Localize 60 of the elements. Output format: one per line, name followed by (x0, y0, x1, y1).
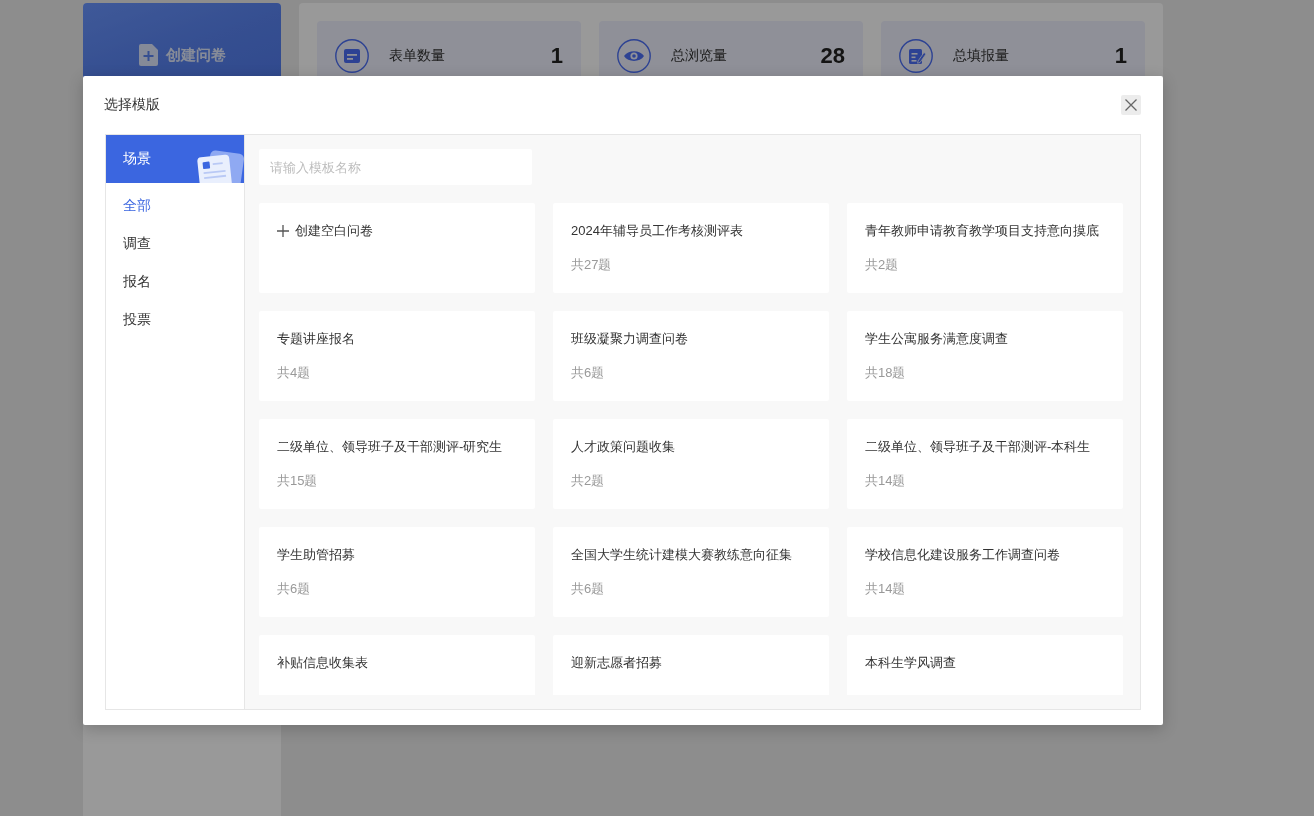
question-count: 共14题 (865, 472, 906, 490)
question-count: 共2题 (571, 472, 605, 490)
template-title: 二级单位、领导班子及干部测评-本科生 (865, 438, 1092, 456)
category-item[interactable]: 调查 (106, 225, 244, 263)
stat-value: 1 (1114, 43, 1127, 69)
template-card[interactable]: 人才政策问题收集 共2题 (553, 419, 829, 509)
template-title: 二级单位、领导班子及干部测评-研究生 (277, 438, 504, 456)
template-card[interactable]: 二级单位、领导班子及干部测评-研究生 共15题 (259, 419, 535, 509)
document-plus-icon (138, 44, 158, 66)
stat-value: 1 (550, 43, 563, 69)
template-title: 学生助管招募 (277, 546, 356, 564)
template-card[interactable]: 专题讲座报名 共4题 (259, 311, 535, 401)
edit-icon (899, 39, 933, 73)
template-card[interactable]: 学生助管招募 共6题 (259, 527, 535, 617)
template-card[interactable]: 班级凝聚力调查问卷 共6题 (553, 311, 829, 401)
stat-label: 总填报量 (953, 47, 1010, 65)
template-card[interactable]: 迎新志愿者招募 (553, 635, 829, 695)
template-title: 迎新志愿者招募 (571, 654, 663, 672)
template-card[interactable]: 2024年辅导员工作考核测评表 共27题 (553, 203, 829, 293)
template-title: 2024年辅导员工作考核测评表 (571, 222, 744, 240)
question-count: 共15题 (277, 472, 318, 490)
question-count: 共14题 (865, 580, 906, 598)
template-card[interactable]: 青年教师申请教育教学项目支持意向摸底 共2题 (847, 203, 1123, 293)
blank-template-card[interactable]: 创建空白问卷 (259, 203, 535, 293)
template-card[interactable]: 补贴信息收集表 (259, 635, 535, 695)
template-title: 专题讲座报名 (277, 330, 356, 348)
template-card[interactable]: 学校信息化建设服务工作调查问卷 共14题 (847, 527, 1123, 617)
question-count: 共27题 (571, 256, 612, 274)
template-card[interactable]: 全国大学生统计建模大赛教练意向征集 共6题 (553, 527, 829, 617)
dialog-title: 选择模版 (104, 95, 160, 114)
template-title: 补贴信息收集表 (277, 654, 369, 672)
template-title: 学生公寓服务满意度调查 (865, 330, 1009, 348)
template-title: 人才政策问题收集 (571, 438, 676, 456)
close-button[interactable] (1121, 95, 1141, 115)
question-count: 共18题 (865, 364, 906, 382)
template-title: 青年教师申请教育教学项目支持意向摸底 (865, 222, 1100, 240)
question-count: 共6题 (571, 364, 605, 382)
template-title: 全国大学生统计建模大赛教练意向征集 (571, 546, 793, 564)
category-item[interactable]: 投票 (106, 301, 244, 339)
category-header-title: 场景 (123, 150, 151, 168)
template-title: 本科生学风调查 (865, 654, 957, 672)
close-icon (1125, 99, 1137, 111)
stat-value: 28 (820, 43, 845, 69)
eye-icon (617, 39, 651, 73)
stat-label: 总浏览量 (671, 47, 728, 65)
question-count: 共2题 (865, 256, 899, 274)
plus-icon (277, 225, 289, 237)
template-card[interactable]: 学生公寓服务满意度调查 共18题 (847, 311, 1123, 401)
question-count: 共4题 (277, 364, 311, 382)
template-card[interactable]: 二级单位、领导班子及干部测评-本科生 共14题 (847, 419, 1123, 509)
template-title: 班级凝聚力调查问卷 (571, 330, 689, 348)
question-count: 共6题 (277, 580, 311, 598)
category-item[interactable]: 报名 (106, 263, 244, 301)
question-count: 共6题 (571, 580, 605, 598)
template-title: 学校信息化建设服务工作调查问卷 (865, 546, 1061, 564)
search-field[interactable]: 请输入模板名称 (259, 149, 532, 185)
stat-label: 表单数量 (389, 47, 446, 65)
template-title: 创建空白问卷 (295, 222, 373, 240)
form-icon (335, 39, 369, 73)
template-card[interactable]: 本科生学风调查 (847, 635, 1123, 695)
